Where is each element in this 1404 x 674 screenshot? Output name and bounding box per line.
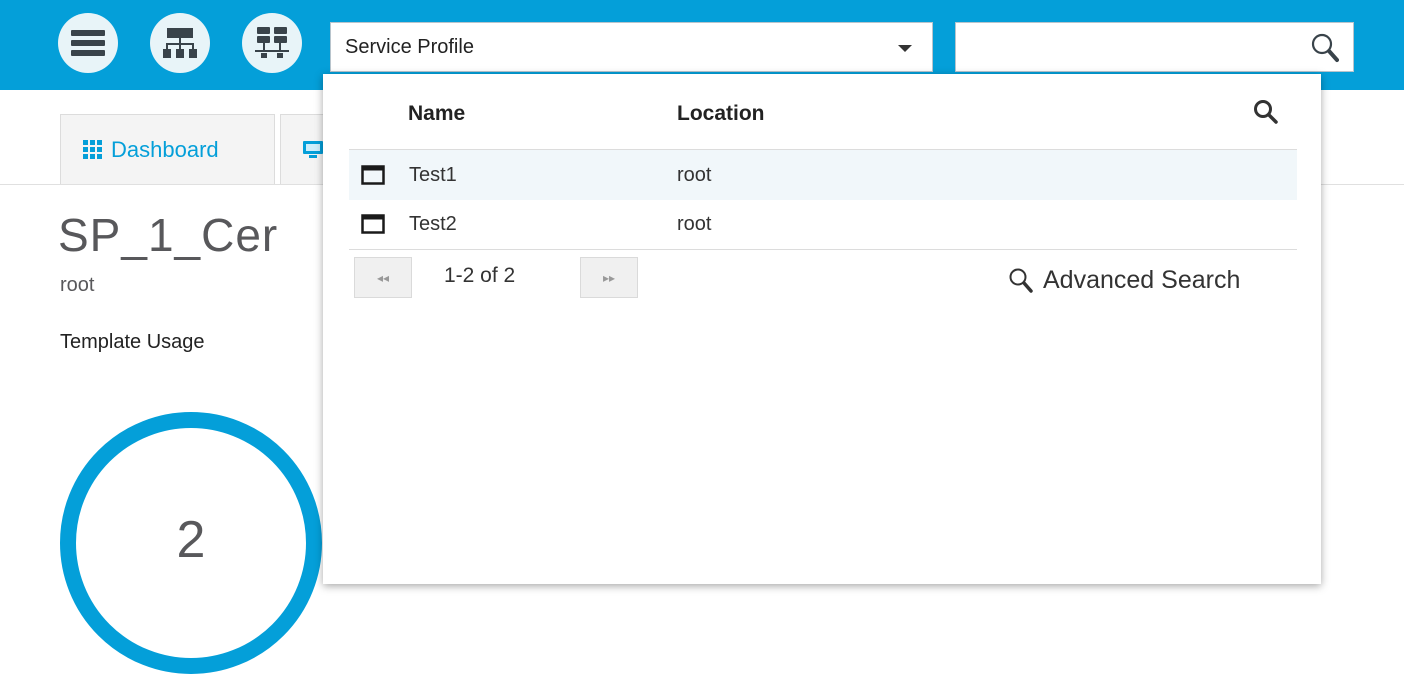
monitor-icon [303, 141, 323, 158]
search-results-dropdown: Name Location Test1 root Test2 root ◂◂ 1… [323, 74, 1321, 584]
menu-icon [71, 30, 105, 56]
filter-search-icon[interactable] [1253, 99, 1279, 125]
search-icon[interactable] [1311, 33, 1339, 63]
object-type-select-value: Service Profile [345, 35, 474, 58]
template-usage-label: Template Usage [60, 331, 205, 353]
service-profile-icon [361, 165, 385, 185]
next-page-button[interactable]: ▸▸ [580, 257, 638, 298]
page-title: SP_1_Cer [58, 209, 279, 261]
row-name: Test2 [409, 212, 457, 235]
footer-divider [349, 249, 1297, 250]
previous-page-label: ◂◂ [376, 270, 390, 285]
chevron-down-icon [898, 45, 912, 52]
table-row[interactable]: Test2 root [349, 199, 1297, 249]
main-menu-button[interactable] [58, 13, 118, 73]
table-row[interactable]: Test1 root [349, 150, 1297, 200]
advanced-search-link[interactable]: Advanced Search [1009, 266, 1240, 295]
object-type-select[interactable]: Service Profile [330, 22, 933, 72]
column-header-name[interactable]: Name [408, 102, 465, 126]
equipment-icon [255, 27, 289, 58]
search-input[interactable] [955, 22, 1354, 72]
equipment-button[interactable] [242, 13, 302, 73]
tab-dashboard[interactable]: Dashboard [60, 114, 275, 185]
service-profile-icon [361, 214, 385, 234]
pagination-text: 1-2 of 2 [444, 264, 516, 287]
search-icon [1009, 268, 1033, 293]
usage-count: 2 [176, 511, 206, 569]
navigation-tree-button[interactable] [150, 13, 210, 73]
previous-page-button[interactable]: ◂◂ [354, 257, 412, 298]
tab-dashboard-label: Dashboard [111, 137, 219, 162]
next-page-label: ▸▸ [602, 270, 616, 285]
page-subtitle: root [60, 274, 95, 296]
row-location: root [677, 163, 712, 186]
column-header-location[interactable]: Location [677, 102, 765, 126]
advanced-search-label: Advanced Search [1043, 266, 1241, 294]
hierarchy-icon [163, 28, 197, 58]
row-name: Test1 [409, 163, 457, 186]
grid-icon [83, 140, 102, 159]
row-location: root [677, 212, 712, 235]
